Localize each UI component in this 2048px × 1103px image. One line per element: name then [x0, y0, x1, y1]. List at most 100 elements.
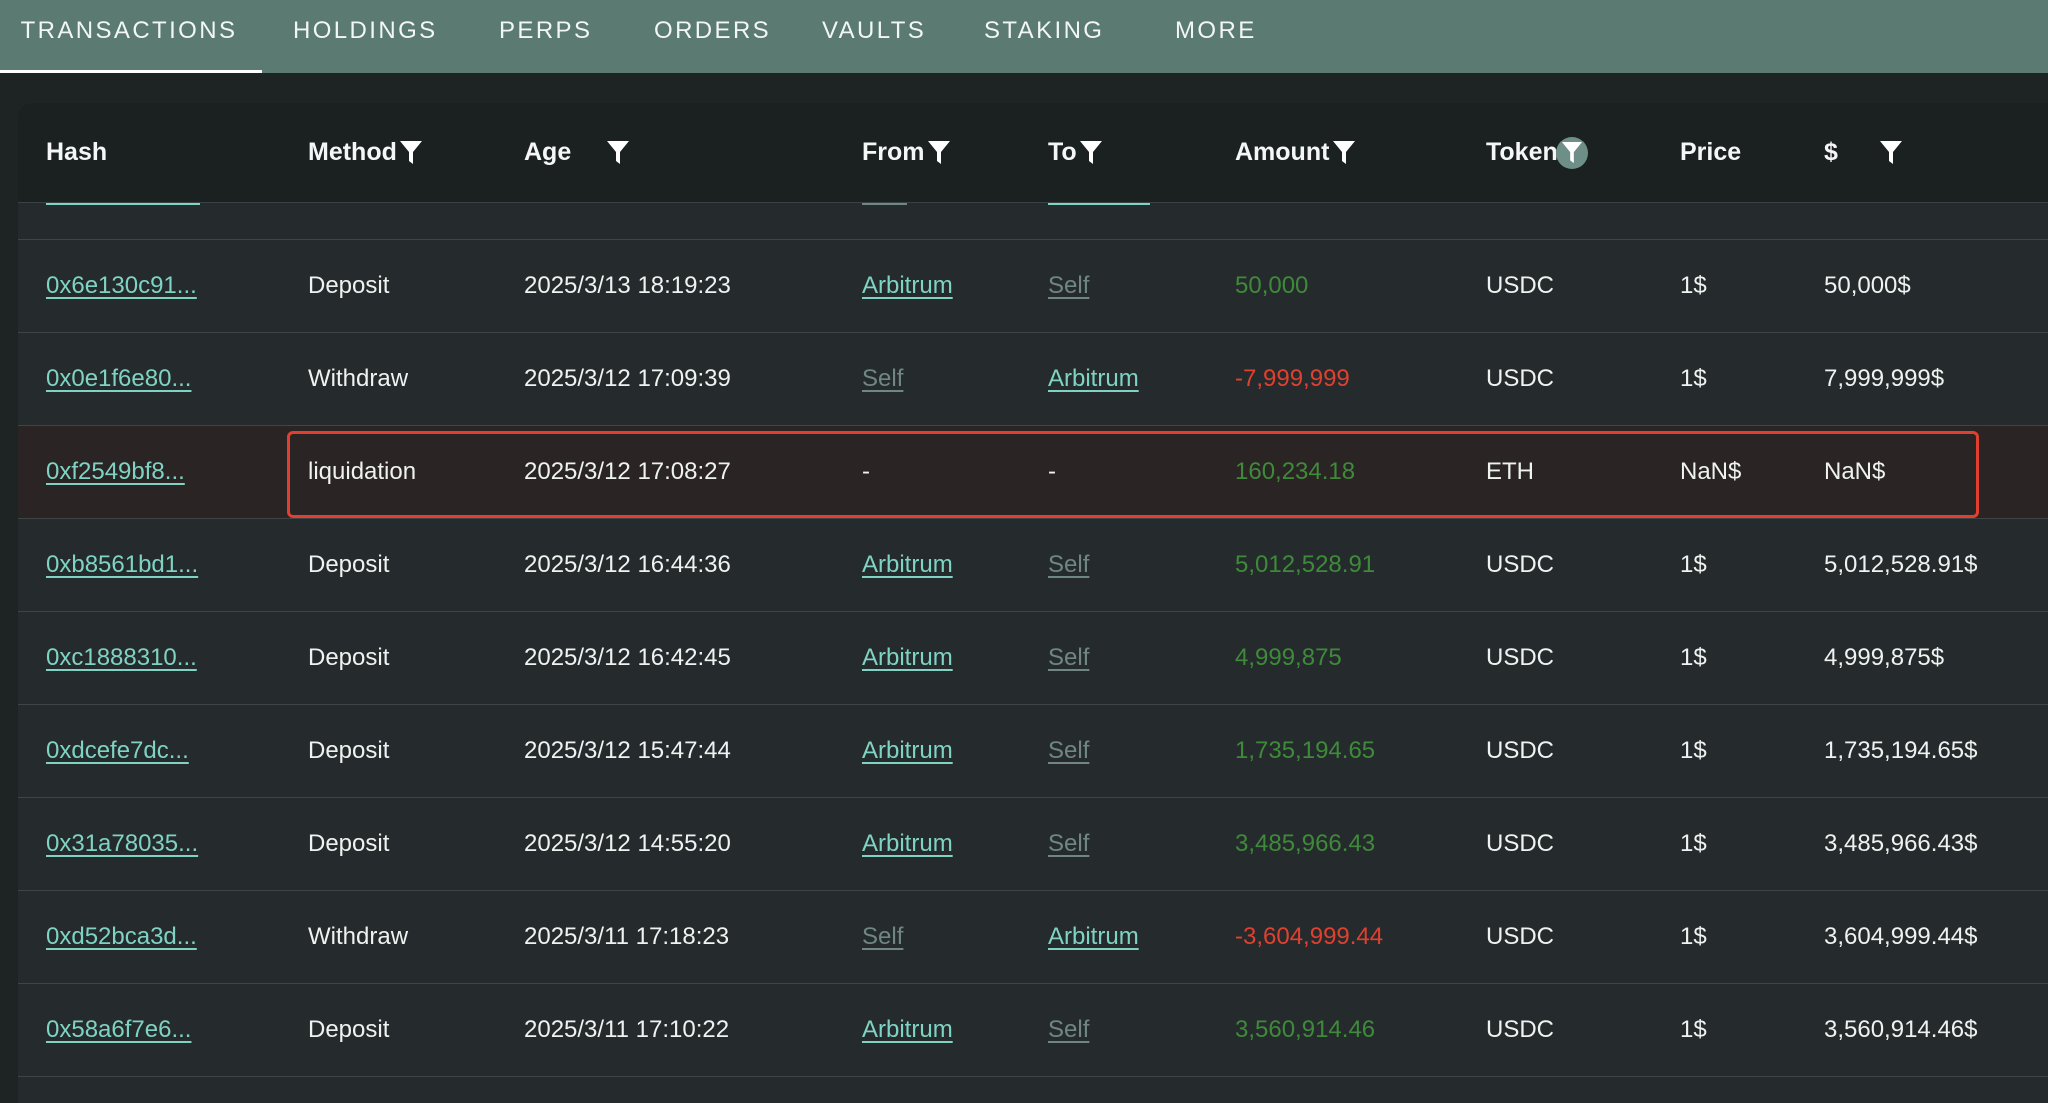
to-link[interactable]: Self: [1048, 551, 1089, 579]
tab-vaults[interactable]: VAULTS: [822, 0, 926, 73]
from-link-cell: Self: [862, 333, 903, 425]
price-text-cell: 1$: [1680, 519, 1707, 611]
amount-value: 4,999,875: [1235, 644, 1342, 671]
token-text-cell: ETH: [1486, 426, 1534, 518]
hash-link[interactable]: 0x58a6f7e6...: [46, 1016, 191, 1044]
amount-value: 3,560,914.46: [1235, 1016, 1376, 1043]
to-link[interactable]: Self: [1048, 830, 1089, 858]
hash-link[interactable]: 0x0e1f6e80...: [46, 365, 191, 393]
to-filter-icon[interactable]: [1075, 137, 1107, 169]
from-link[interactable]: Arbitrum: [862, 737, 953, 765]
to-link-cell: Self: [1048, 705, 1089, 797]
amount-value: 5,012,528.91: [1235, 551, 1376, 578]
tab-more[interactable]: MORE: [1175, 0, 1257, 73]
age-text-cell: 2025/3/13 18:19:23: [524, 240, 731, 332]
hash-link[interactable]: 0x6e130c91...: [46, 272, 197, 300]
amount-value-cell: 5,012,528.91: [1235, 519, 1375, 611]
table-row: 0x0e1f6e80... Withdraw 2025/3/12 17:09:39 S…: [18, 333, 2048, 426]
token-text: USDC: [1486, 923, 1555, 950]
price-text-cell: 1$: [1680, 612, 1707, 704]
method-text: Withdraw: [308, 923, 409, 950]
tab-holdings[interactable]: HOLDINGS: [293, 0, 438, 73]
token-text: USDC: [1486, 272, 1555, 299]
usd-filter-icon[interactable]: [1875, 137, 1907, 169]
method-text-cell: Deposit: [308, 240, 389, 332]
from-link[interactable]: Arbitrum: [862, 830, 953, 858]
from-link-cell: Self: [862, 891, 903, 983]
price-text: 1$: [1680, 272, 1707, 299]
price-text: 1$: [1680, 830, 1707, 857]
to-link-cell: Arbitrum: [1048, 333, 1139, 425]
to-link[interactable]: Self: [1048, 272, 1089, 300]
from-link[interactable]: Arbitrum: [862, 551, 953, 579]
usd-value: 50,000$: [1824, 272, 1911, 299]
token-text-cell: USDC: [1486, 705, 1554, 797]
token-filter-active-icon[interactable]: [1555, 136, 1588, 169]
age-text: 2025/3/12 17:09:39: [524, 365, 731, 392]
tab-perps[interactable]: PERPS: [499, 0, 592, 73]
tab-orders[interactable]: ORDERS: [654, 0, 771, 73]
amount-value-cell: 50,000: [1235, 240, 1308, 332]
amount-filter-icon[interactable]: [1328, 137, 1360, 169]
usd-value-cell: 50,000$: [1824, 240, 1911, 332]
to-link[interactable]: Arbitrum: [1048, 923, 1139, 951]
amount-value-cell: 3,560,914.46: [1235, 984, 1375, 1076]
from-link-cell: Arbitrum: [862, 240, 953, 332]
age-text: 2025/3/12 15:47:44: [524, 737, 731, 764]
usd-value-cell: 3,560,914.46$: [1824, 984, 1977, 1076]
token-text: USDC: [1486, 365, 1555, 392]
tab-transactions[interactable]: TRANSACTIONS: [0, 0, 262, 73]
hash-link[interactable]: 0xf2549bf8...: [46, 458, 185, 486]
method-text: liquidation: [308, 458, 417, 485]
hash-link[interactable]: 0xdcefe7dc...: [46, 737, 189, 765]
price-text-cell: 1$: [1680, 891, 1707, 983]
method-filter-icon[interactable]: [395, 137, 427, 169]
to-link: -: [1048, 458, 1056, 485]
to-link-cell: Self: [1048, 519, 1089, 611]
table-row: 0xdcefe7dc... Deposit 2025/3/12 15:47:44 Ar…: [18, 705, 2048, 798]
from-link[interactable]: Arbitrum: [862, 272, 953, 300]
table-row: 0xf2549bf8... liquidation 2025/3/12 17:08:…: [18, 426, 2048, 519]
hash-link-cell: 0x58a6f7e6...: [46, 984, 191, 1076]
token-text-cell: USDC: [1486, 240, 1554, 332]
age-text-cell: 2025/3/12 16:44:36: [524, 519, 731, 611]
from-link[interactable]: Arbitrum: [862, 644, 953, 672]
tab-staking[interactable]: STAKING: [984, 0, 1104, 73]
to-link[interactable]: Self: [1048, 1016, 1089, 1044]
to-link-cell: -: [1048, 426, 1056, 518]
hash-link[interactable]: 0x31a78035...: [46, 830, 198, 858]
price-text-cell: 1$: [1680, 705, 1707, 797]
table-row-partial: [18, 202, 2048, 240]
hash-link[interactable]: 0xd52bca3d...: [46, 923, 197, 951]
from-link[interactable]: Self: [862, 923, 903, 951]
amount-value: 3,485,966.43: [1235, 830, 1376, 857]
from-link[interactable]: Arbitrum: [862, 1016, 953, 1044]
price-text: 1$: [1680, 644, 1707, 671]
amount-value-cell: 4,999,875: [1235, 612, 1342, 704]
hash-link[interactable]: 0xb8561bd1...: [46, 551, 198, 579]
amount-value-cell: 160,234.18: [1235, 426, 1355, 518]
usd-value: 5,012,528.91$: [1824, 551, 1978, 578]
age-text-cell: 2025/3/11 17:18:23: [524, 891, 729, 983]
to-link[interactable]: Self: [1048, 644, 1089, 672]
amount-value: -3,604,999.44: [1235, 923, 1384, 950]
column-header-amount: Amount: [1235, 103, 1360, 202]
age-text-cell: 2025/3/12 17:08:27: [524, 426, 731, 518]
from-filter-icon[interactable]: [923, 137, 955, 169]
price-text: 1$: [1680, 551, 1707, 578]
hash-link[interactable]: 0xc1888310...: [46, 644, 197, 672]
to-link[interactable]: Self: [1048, 737, 1089, 765]
age-text: 2025/3/11 17:10:22: [524, 1016, 730, 1043]
usd-value-cell: 3,485,966.43$: [1824, 798, 1977, 890]
usd-value-cell: 4,999,875$: [1824, 612, 1944, 704]
column-header-price: Price: [1680, 138, 1742, 166]
to-link[interactable]: Arbitrum: [1048, 365, 1139, 393]
usd-value: 3,485,966.43$: [1824, 830, 1978, 857]
partial-from-underline: [862, 203, 907, 205]
from-link[interactable]: Self: [862, 365, 903, 393]
hash-link-cell: 0xb8561bd1...: [46, 519, 198, 611]
age-filter-icon[interactable]: [602, 137, 634, 169]
price-text-cell: 1$: [1680, 240, 1707, 332]
method-text: Deposit: [308, 272, 390, 299]
from-link: -: [862, 458, 870, 485]
